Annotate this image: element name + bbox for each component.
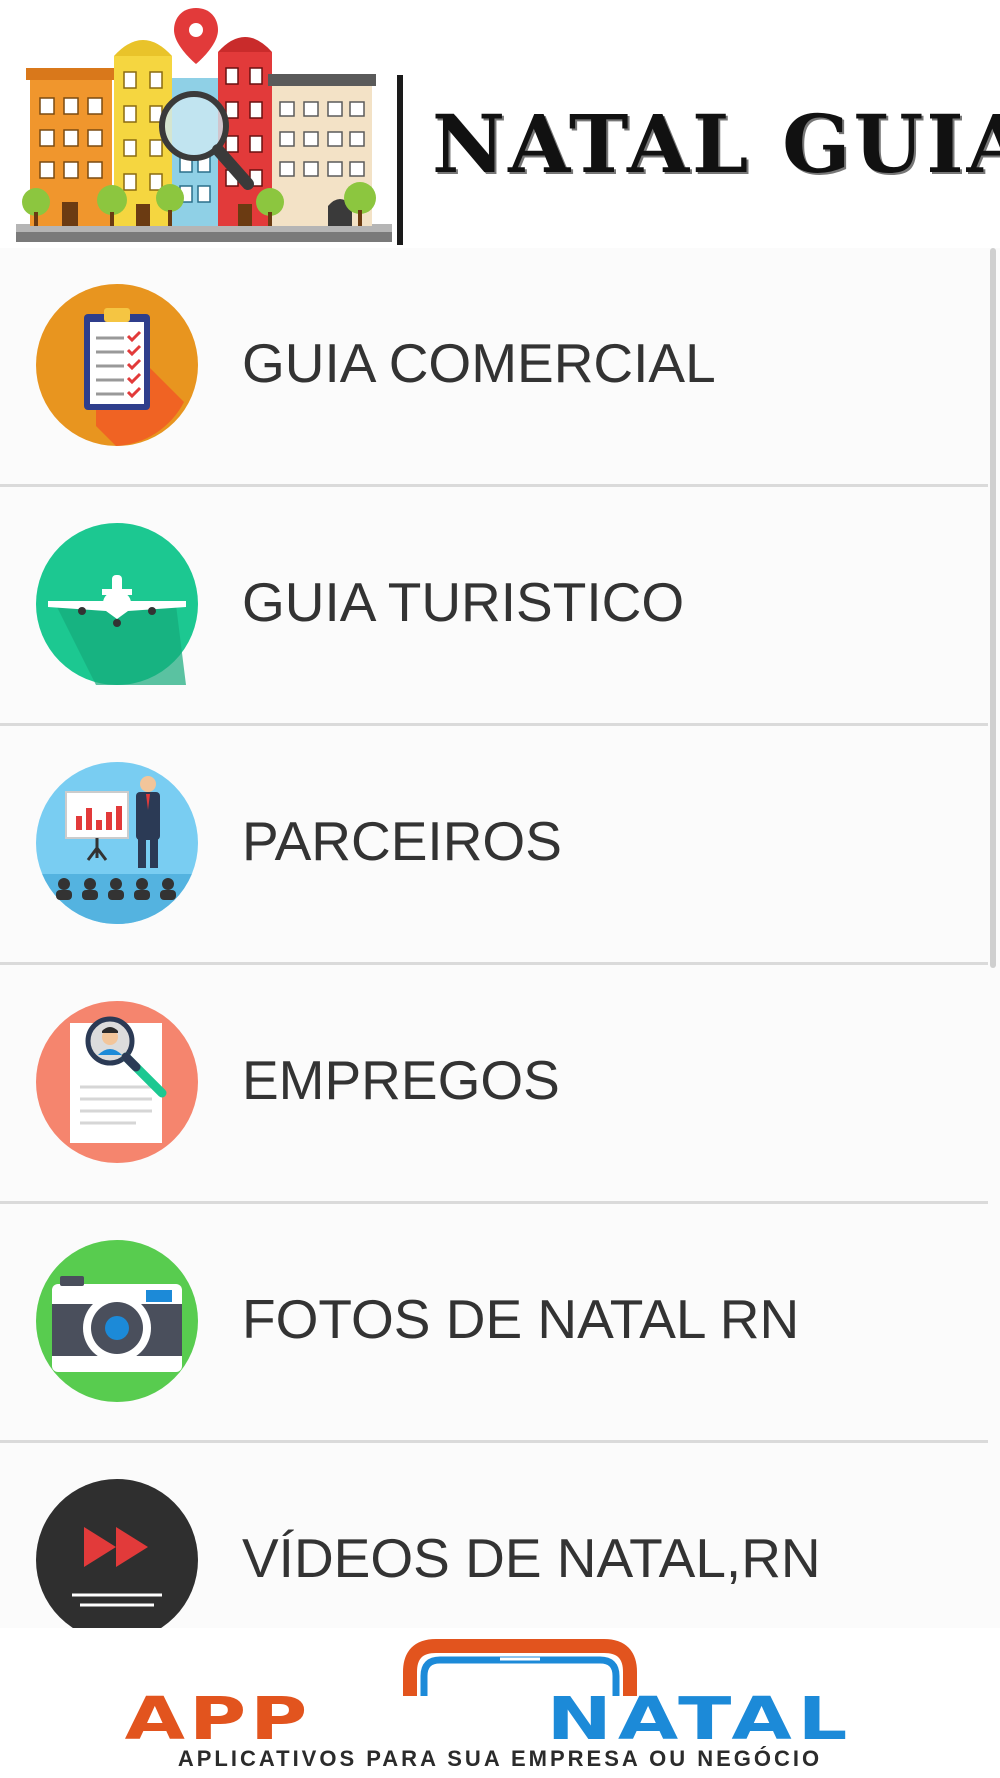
city-buildings-logo	[16, 8, 392, 242]
menu-item-label: EMPREGOS	[242, 1049, 560, 1111]
menu-item-videos-de-natal[interactable]: VÍDEOS DE NATAL,RN	[0, 1443, 988, 1628]
clipboard-checklist-icon	[36, 284, 198, 446]
menu-item-parceiros[interactable]: PARCEIROS	[0, 726, 988, 965]
app-title: NATAL GUIA	[432, 97, 1000, 191]
menu-item-empregos[interactable]: EMPREGOS	[0, 965, 988, 1204]
menu-list: GUIA COMERCIAL GUIA TURISTICO PARCEIROS …	[0, 248, 1000, 1628]
scrollbar-thumb[interactable]	[990, 248, 996, 968]
menu-item-label: PARCEIROS	[242, 810, 562, 872]
video-play-icon	[36, 1479, 198, 1628]
menu-item-guia-comercial[interactable]: GUIA COMERCIAL	[0, 248, 988, 487]
airplane-icon	[36, 523, 198, 685]
brand-natal-text: NATAL	[547, 1686, 854, 1754]
camera-icon	[36, 1240, 198, 1402]
app-header: NATAL GUIA	[0, 0, 1000, 248]
menu-item-guia-turistico[interactable]: GUIA TURISTICO	[0, 487, 988, 726]
presentation-icon	[36, 762, 198, 924]
menu-scrollbar[interactable]	[990, 248, 998, 1628]
menu-item-label: VÍDEOS DE NATAL,RN	[242, 1527, 821, 1589]
menu-item-label: FOTOS DE NATAL RN	[242, 1288, 800, 1350]
resume-search-icon	[36, 1001, 198, 1163]
brand-tagline: APLICATIVOS PARA SUA EMPRESA OU NEGÓCIO	[177, 1746, 823, 1771]
brand-app-text: APP	[125, 1686, 312, 1754]
menu-item-label: GUIA TURISTICO	[242, 571, 685, 633]
menu-item-fotos-de-natal[interactable]: FOTOS DE NATAL RN	[0, 1204, 988, 1443]
menu-item-label: GUIA COMERCIAL	[242, 332, 716, 394]
header-divider	[397, 75, 403, 245]
